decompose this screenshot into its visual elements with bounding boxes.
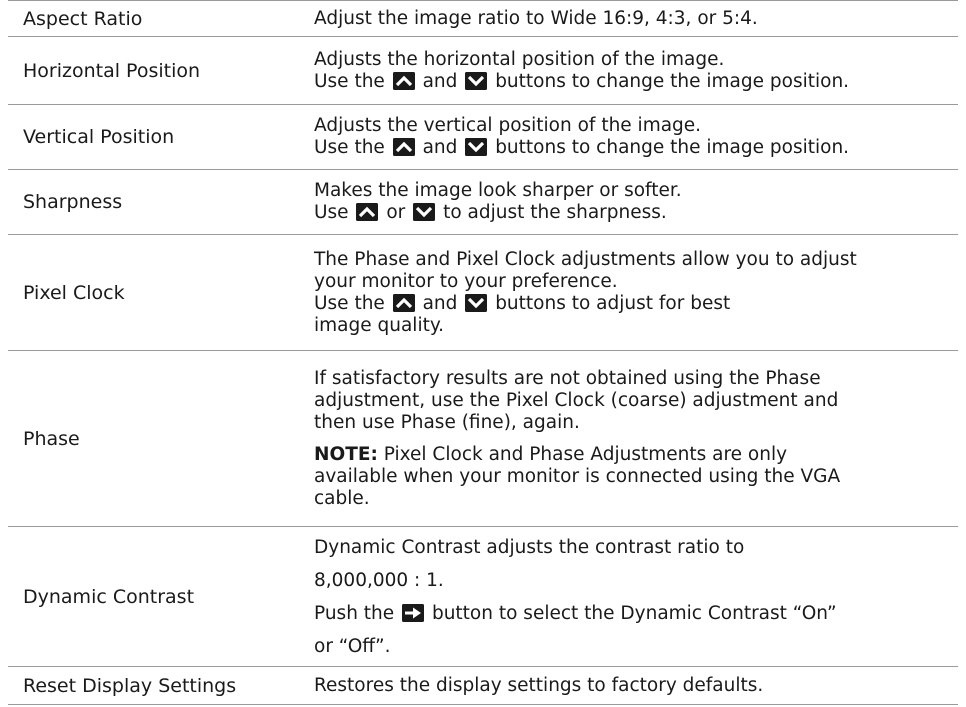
text-fragment: Push the xyxy=(314,602,395,624)
text-fragment: Use the xyxy=(314,70,385,92)
description-line: Use or to adjust the sharpness. xyxy=(314,202,954,224)
down-arrow-button-icon xyxy=(465,71,488,90)
setting-description: Adjusts the horizontal position of the i… xyxy=(310,37,958,104)
description-line: The Phase and Pixel Clock adjustments al… xyxy=(314,248,857,270)
table-row: Dynamic Contrast Dynamic Contrast adjust… xyxy=(8,527,958,667)
note-label: NOTE: xyxy=(314,443,378,465)
text-fragment: button to select the Dynamic Contrast “O… xyxy=(431,602,837,624)
setting-description: If satisfactory results are not obtained… xyxy=(310,351,958,526)
description-line: or “Off”. xyxy=(314,635,391,657)
up-arrow-button-icon xyxy=(392,138,415,156)
setting-description: Makes the image look sharper or softer. … xyxy=(310,170,958,234)
description-line: Makes the image look sharper or softer. xyxy=(314,180,682,201)
display-settings-table: Aspect Ratio Adjust the image ratio to W… xyxy=(8,0,958,705)
text-fragment: and xyxy=(422,70,458,92)
description-line: Adjusts the vertical position of the ima… xyxy=(314,115,702,136)
description-line: your monitor to your preference. xyxy=(314,270,618,292)
text-fragment: Use the xyxy=(314,137,385,158)
text-fragment: buttons to change the image position. xyxy=(495,70,850,92)
up-arrow-button-icon xyxy=(392,71,415,90)
table-row: Pixel Clock The Phase and Pixel Clock ad… xyxy=(8,235,958,351)
description-line: then use Phase (fine), again. xyxy=(314,411,580,433)
setting-description: Restores the display settings to factory… xyxy=(310,667,958,704)
table-row: Reset Display Settings Restores the disp… xyxy=(8,667,958,705)
description-line: Dynamic Contrast adjusts the contrast ra… xyxy=(314,536,745,558)
table-row: Phase If satisfactory results are not ob… xyxy=(8,351,958,527)
setting-description: The Phase and Pixel Clock adjustments al… xyxy=(310,235,958,350)
down-arrow-button-icon xyxy=(465,293,488,312)
description-line: Adjust the image ratio to Wide 16:9, 4:3… xyxy=(314,7,758,29)
text-fragment: to adjust the sharpness. xyxy=(443,202,667,223)
setting-name: Pixel Clock xyxy=(23,281,125,304)
note-line: available when your monitor is connected… xyxy=(314,465,841,487)
description-line: Push the button to select the Dynamic Co… xyxy=(314,597,954,630)
note-line: cable. xyxy=(314,487,370,509)
setting-description: Adjusts the vertical position of the ima… xyxy=(310,105,958,169)
setting-name: Dynamic Contrast xyxy=(23,585,195,608)
table-row: Sharpness Makes the image look sharper o… xyxy=(8,170,958,235)
description-line: Restores the display settings to factory… xyxy=(314,674,764,696)
setting-name: Phase xyxy=(23,427,80,450)
setting-description: Dynamic Contrast adjusts the contrast ra… xyxy=(310,527,958,666)
table-row: Horizontal Position Adjusts the horizont… xyxy=(8,37,958,105)
setting-name: Vertical Position xyxy=(23,126,175,148)
text-fragment: and xyxy=(422,292,458,314)
down-arrow-button-icon xyxy=(465,138,488,156)
note-text: Pixel Clock and Phase Adjustments are on… xyxy=(383,443,788,465)
text-fragment: or xyxy=(386,202,406,223)
text-fragment: buttons to adjust for best xyxy=(495,292,731,314)
text-fragment: Use xyxy=(314,202,349,223)
up-arrow-button-icon xyxy=(356,203,379,221)
description-line: Use the and buttons to adjust for best xyxy=(314,293,954,315)
description-line: Use the and buttons to change the image … xyxy=(314,71,954,93)
description-line: 8,000,000 : 1. xyxy=(314,569,444,591)
right-arrow-button-icon xyxy=(402,603,425,622)
description-line: image quality. xyxy=(314,314,445,336)
up-arrow-button-icon xyxy=(392,293,415,312)
description-line: adjustment, use the Pixel Clock (coarse)… xyxy=(314,389,839,411)
setting-name: Aspect Ratio xyxy=(23,7,143,30)
setting-name: Sharpness xyxy=(23,191,123,213)
table-row: Vertical Position Adjusts the vertical p… xyxy=(8,105,958,170)
text-fragment: and xyxy=(422,137,458,158)
description-line: If satisfactory results are not obtained… xyxy=(314,367,821,389)
down-arrow-button-icon xyxy=(413,203,436,221)
table-row: Aspect Ratio Adjust the image ratio to W… xyxy=(8,0,958,37)
note-line: NOTE: Pixel Clock and Phase Adjustments … xyxy=(314,444,954,466)
setting-name: Horizontal Position xyxy=(23,59,201,82)
setting-description: Adjust the image ratio to Wide 16:9, 4:3… xyxy=(310,1,958,36)
text-fragment: buttons to change the image position. xyxy=(495,137,850,158)
description-line: Adjusts the horizontal position of the i… xyxy=(314,48,725,70)
text-fragment: Use the xyxy=(314,292,385,314)
description-line: Use the and buttons to change the image … xyxy=(314,137,954,159)
setting-name: Reset Display Settings xyxy=(23,674,237,697)
